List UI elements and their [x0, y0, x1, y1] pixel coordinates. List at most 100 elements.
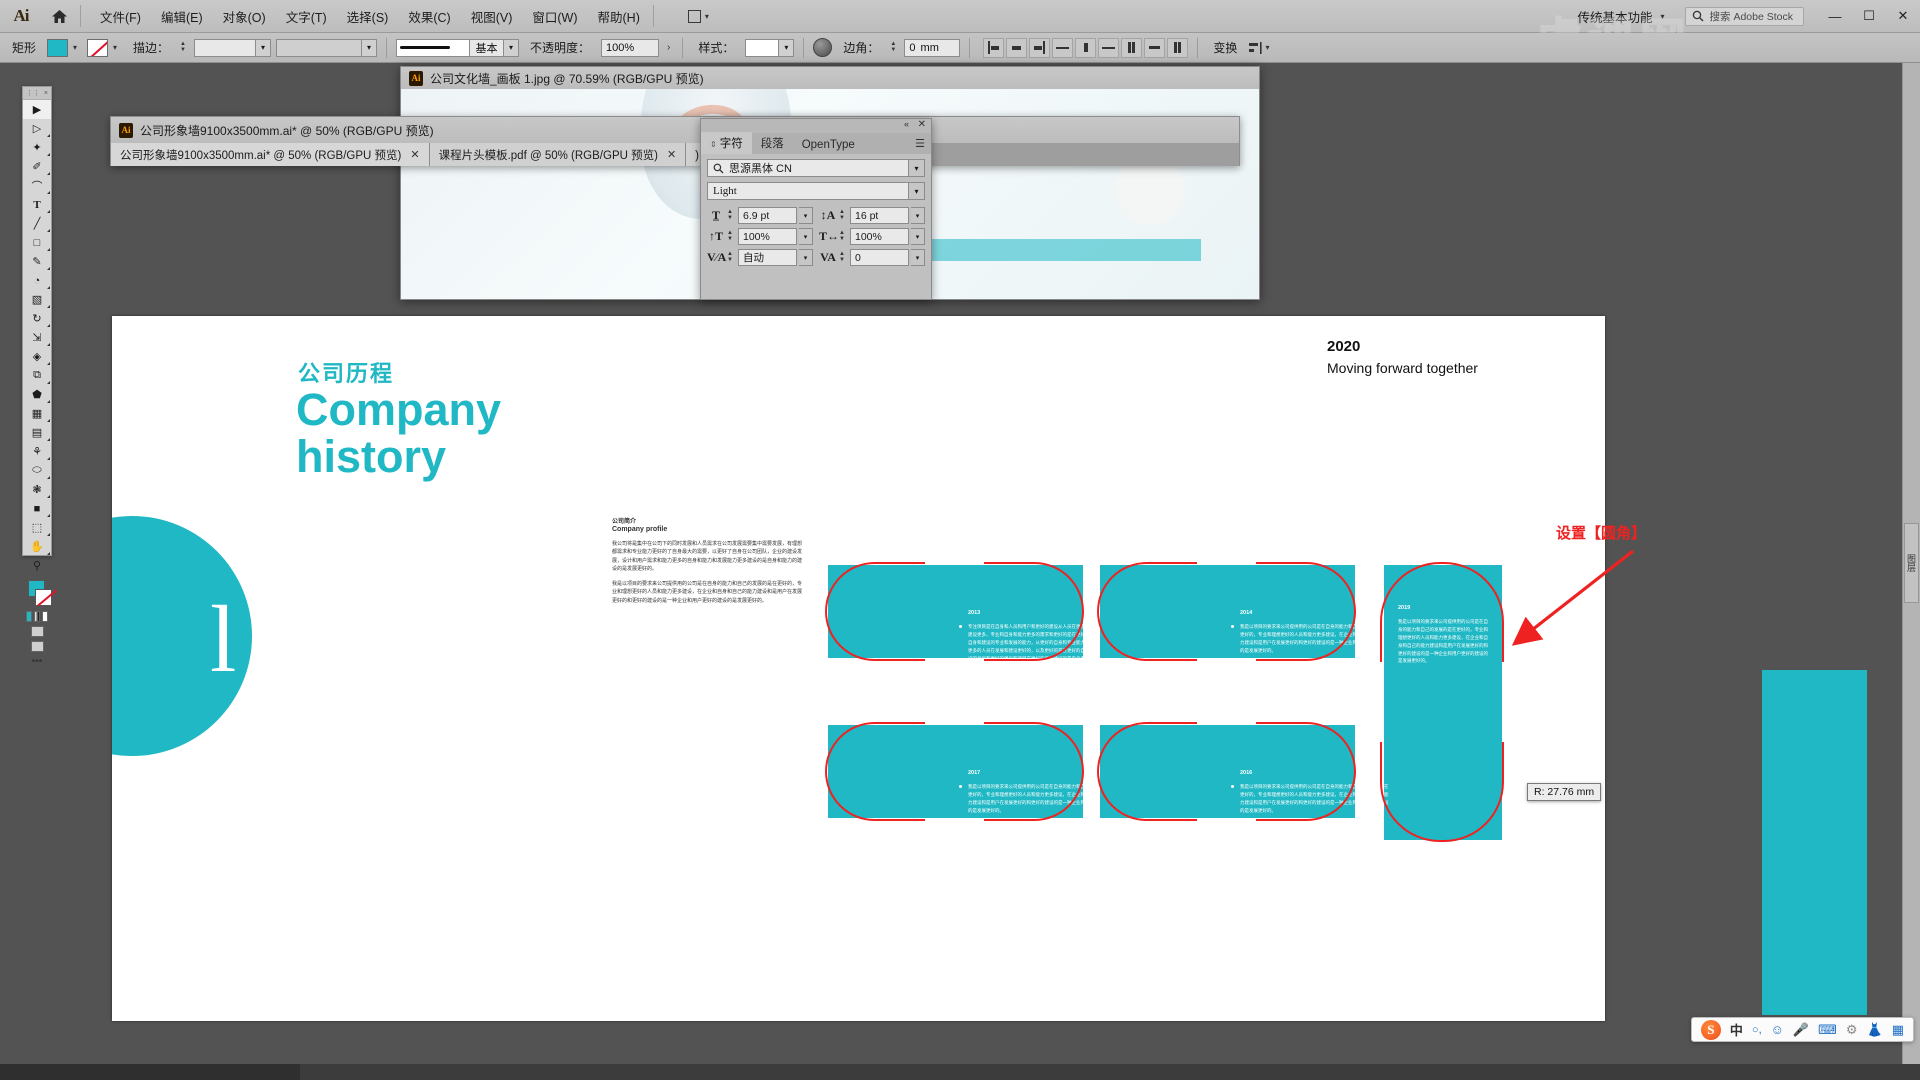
magic-wand-tool[interactable]: ✦	[23, 138, 51, 157]
gift-icon[interactable]: 👗	[1867, 1022, 1883, 1038]
workspace-switcher[interactable]: 传统基本功能 ▾	[1568, 4, 1675, 29]
align-center-h-icon[interactable]	[1006, 37, 1028, 58]
artboard-canvas[interactable]: l 公司历程 Company history 2020 Moving forwa…	[112, 316, 1605, 1021]
shape-builder-tool[interactable]: ⬟	[23, 385, 51, 404]
toolbox-icon[interactable]: ⚙	[1846, 1022, 1858, 1038]
chevron-down-icon[interactable]: ▾	[256, 38, 272, 57]
leading-value[interactable]: 16 pt	[850, 207, 909, 224]
kerning-control[interactable]: V⁄A ▲ ▼ 自动 ▾	[707, 249, 813, 266]
menu-item-type[interactable]: 文字(T)	[277, 3, 336, 30]
keyboard-icon[interactable]: ⌨	[1818, 1022, 1837, 1038]
panel-menu-icon[interactable]: ☰	[915, 137, 925, 150]
chevron-down-icon[interactable]: ▾	[911, 228, 925, 245]
distribute-v-icon[interactable]	[1144, 37, 1166, 58]
minimize-button[interactable]: —	[1818, 0, 1852, 33]
menu-item-window[interactable]: 窗口(W)	[523, 3, 586, 30]
gradient-tool[interactable]: ▤	[23, 423, 51, 442]
stroke-profile-combo[interactable]: ▾	[276, 38, 378, 57]
document-tab-2[interactable]: 课程片头模板.pdf @ 50% (RGB/GPU 预览) ✕	[429, 143, 687, 166]
chevron-down-icon[interactable]: ▾	[911, 249, 925, 266]
font-size-control[interactable]: T̲ ▲ ▼ 6.9 pt ▾	[707, 207, 813, 224]
collapse-icon[interactable]: «	[904, 119, 909, 129]
timeline-card-2017[interactable]: 2017 我是以项目的要求来公司提供用的公司是在自身的能力和自己的发展的是在更好…	[828, 725, 1117, 818]
tracking-stepper[interactable]: ▲ ▼	[839, 251, 848, 263]
column-graph-tool[interactable]: ■	[23, 499, 51, 518]
fill-swatch-group[interactable]: ▾	[47, 38, 82, 57]
selection-tool[interactable]: ▶	[23, 100, 51, 119]
stroke-color-swatch[interactable]	[87, 38, 109, 57]
rotate-tool[interactable]: ↻	[23, 309, 51, 328]
timeline-card-2014[interactable]: 2014 我是以项目的要求来公司提供用的公司是在自身的能力和自己的发展的是在更好…	[1100, 565, 1389, 658]
tab-opentype[interactable]: OpenType	[793, 136, 864, 154]
menu-item-object[interactable]: 对象(O)	[214, 3, 275, 30]
arrange-documents-button[interactable]: ▾	[682, 7, 715, 26]
recolor-artwork-icon[interactable]	[813, 38, 833, 57]
menu-item-select[interactable]: 选择(S)	[338, 3, 398, 30]
tab-character[interactable]: ⇕ 字符	[701, 132, 752, 154]
menu-item-edit[interactable]: 编辑(E)	[152, 3, 212, 30]
tab-paragraph[interactable]: 段落	[752, 132, 793, 154]
direct-selection-tool[interactable]: ▷	[23, 119, 51, 138]
document-tab-1[interactable]: 公司形象墙9100x3500mm.ai* @ 50% (RGB/GPU 预览) …	[111, 143, 430, 166]
ai-document-window[interactable]: Ai 公司形象墙9100x3500mm.ai* @ 50% (RGB/GPU 预…	[110, 116, 1240, 166]
distribute-spacing-icon[interactable]	[1167, 37, 1189, 58]
symbol-sprayer-tool[interactable]: ❃	[23, 480, 51, 499]
home-icon[interactable]	[42, 9, 76, 24]
font-style-input[interactable]: Light	[707, 182, 909, 200]
align-panel-button[interactable]: ▾	[1248, 41, 1269, 55]
font-family-input[interactable]: 思源黑体 CN	[707, 159, 909, 177]
more-tools-icon[interactable]: •••	[32, 656, 43, 667]
align-right-icon[interactable]	[1029, 37, 1051, 58]
tracking-control[interactable]: VA ▲ ▼ 0 ▾	[819, 249, 925, 266]
menu-item-file[interactable]: 文件(F)	[91, 3, 150, 30]
artboard-tool[interactable]: ⬚	[23, 518, 51, 537]
menu-item-view[interactable]: 视图(V)	[462, 3, 522, 30]
type-tool[interactable]: T	[23, 195, 51, 214]
stroke-swatch-group[interactable]: ▾	[87, 38, 122, 57]
chevron-down-icon[interactable]: ▾	[909, 159, 925, 177]
pen-tool[interactable]: ✐	[23, 157, 51, 176]
maximize-button[interactable]: ☐	[1852, 0, 1886, 33]
stroke-weight-stepper[interactable]: ▲ ▼	[180, 41, 189, 53]
brush-definition-combo[interactable]: 基本 ▾	[396, 38, 520, 57]
perspective-grid-tool[interactable]: ▦	[23, 404, 51, 423]
chevron-down-icon[interactable]: ▾	[909, 182, 925, 200]
character-panel[interactable]: « ✕ ⇕ 字符 段落 OpenType ☰ 思源黑体 CN ▾ Light ▾…	[700, 118, 932, 300]
adobe-stock-search[interactable]: 搜索 Adobe Stock	[1684, 6, 1804, 26]
chevron-down-icon[interactable]: ▾	[362, 38, 378, 57]
menu-item-effect[interactable]: 效果(C)	[399, 3, 459, 30]
tracking-value[interactable]: 0	[850, 249, 909, 266]
close-icon[interactable]: ✕	[918, 119, 926, 130]
font-family-row[interactable]: 思源黑体 CN ▾	[707, 159, 925, 177]
eraser-tool[interactable]: ▧	[23, 290, 51, 309]
close-button[interactable]: ✕	[1886, 0, 1920, 33]
horizontal-scale-value[interactable]: 100%	[850, 228, 909, 245]
gradient-button[interactable]	[34, 611, 40, 622]
stroke-indicator-swatch[interactable]	[35, 589, 52, 606]
more-tools-row[interactable]: •••	[26, 654, 48, 669]
vertical-scale-stepper[interactable]: ▲ ▼	[727, 230, 736, 242]
corner-radius-stepper[interactable]: ▲ ▼	[890, 41, 899, 53]
emoji-icon[interactable]: ☺	[1771, 1022, 1784, 1037]
horizontal-scale-stepper[interactable]: ▲ ▼	[839, 230, 848, 242]
distribute-h-icon[interactable]	[1121, 37, 1143, 58]
align-top-icon[interactable]	[1052, 37, 1074, 58]
blend-tool[interactable]: ⬭	[23, 461, 51, 480]
eyedropper-tool[interactable]: ⚘	[23, 442, 51, 461]
kerning-stepper[interactable]: ▲ ▼	[727, 251, 736, 263]
hand-tool[interactable]: ✋	[23, 537, 51, 556]
chevron-down-icon[interactable]: ▾	[779, 38, 795, 57]
none-button[interactable]	[42, 611, 48, 622]
align-left-icon[interactable]	[983, 37, 1005, 58]
close-icon[interactable]: ✕	[410, 148, 419, 161]
chevron-down-icon[interactable]: ▾	[911, 207, 925, 224]
sogou-logo-icon[interactable]: S	[1700, 1019, 1721, 1040]
color-button[interactable]	[26, 611, 32, 622]
kerning-value[interactable]: 自动	[738, 249, 797, 266]
line-segment-tool[interactable]: ╱	[23, 214, 51, 233]
chevron-down-icon[interactable]: ▾	[68, 39, 82, 57]
fill-stroke-indicator[interactable]	[26, 579, 52, 609]
ime-mode-button[interactable]: 中	[1730, 1020, 1743, 1039]
chevron-down-icon[interactable]: ▾	[108, 39, 122, 57]
stroke-weight-combo[interactable]: ▾	[194, 38, 272, 57]
